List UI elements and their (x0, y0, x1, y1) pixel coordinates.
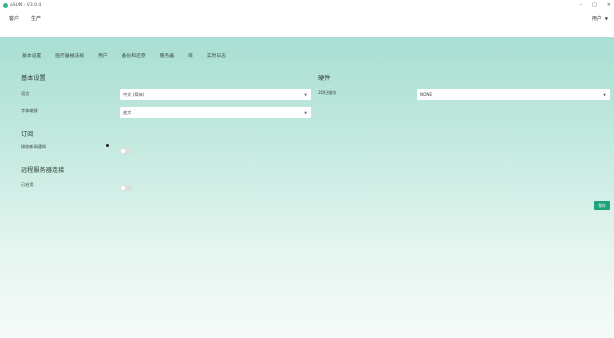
basic-settings-title: 基本设置 (21, 75, 46, 82)
scanner-select[interactable]: NONE ▼ (417, 89, 610, 100)
toggle-knob (121, 149, 125, 153)
window-controls: – □ × (580, 2, 611, 8)
user-label: 用户 (591, 16, 602, 22)
app-logo-icon (3, 2, 8, 8)
tab-users[interactable]: 用户 (98, 52, 108, 59)
newsletter-label: 接收新闻通知 (21, 144, 47, 149)
chevron-down-icon: ▼ (304, 110, 307, 115)
tab-medical-regulations[interactable]: 医疗器械法规 (55, 52, 84, 59)
scanner-value: NONE (420, 92, 433, 97)
language-select[interactable]: 中文 (简体) ▼ (120, 89, 311, 100)
language-label: 语言 (21, 91, 30, 96)
settings-tabs: 基本设置 医疗器械法规 用户 备份和还原 服务器 库 实时日志 (22, 52, 240, 59)
menu-production[interactable]: 生产 (31, 15, 41, 22)
menu-bar: 客户 生产 用户 ▼ (0, 11, 614, 25)
remote-enabled-label: 已启用 (21, 182, 34, 187)
remote-enabled-toggle[interactable] (120, 185, 132, 191)
minimize-button[interactable]: – (580, 2, 583, 8)
maximize-button[interactable]: □ (592, 2, 597, 8)
settings-panel: 基本设置 医疗器械法规 用户 备份和还原 服务器 库 实时日志 基本设置 语言 … (0, 37, 614, 338)
hardware-title: 硬件 (318, 75, 331, 82)
tab-library[interactable]: 库 (188, 52, 193, 59)
menu-customers[interactable]: 客户 (9, 15, 19, 22)
chevron-down-icon: ▼ (604, 16, 608, 21)
chevron-down-icon: ▼ (603, 92, 606, 97)
language-value: 中文 (简体) (123, 91, 145, 97)
remote-server-title: 远程服务器连接 (21, 167, 65, 174)
user-menu[interactable]: 用户 ▼ (592, 15, 608, 22)
font-scale-select[interactable]: 放大 ▼ (120, 107, 311, 118)
font-scale-label: 字体缩放 (21, 108, 38, 113)
close-button[interactable]: × (607, 2, 611, 8)
tab-backup-restore[interactable]: 备份和还原 (122, 52, 146, 59)
tab-server[interactable]: 服务器 (160, 52, 174, 59)
chevron-down-icon: ▼ (304, 92, 307, 97)
font-scale-value: 放大 (123, 109, 132, 115)
newsletter-toggle[interactable] (120, 148, 132, 154)
tab-live-log[interactable]: 实时日志 (207, 52, 226, 59)
toggle-knob (121, 186, 125, 190)
save-button[interactable]: 保存 (594, 201, 610, 210)
subscribe-title: 订阅 (21, 131, 34, 138)
scanner-label: 3D扫描仪 (318, 90, 337, 95)
title-bar: aSUN - V3.0.4 – □ × (0, 0, 614, 10)
window-title: aSUN - V3.0.4 (10, 2, 42, 8)
tab-basic-settings[interactable]: 基本设置 (22, 52, 41, 59)
info-icon (106, 144, 110, 148)
